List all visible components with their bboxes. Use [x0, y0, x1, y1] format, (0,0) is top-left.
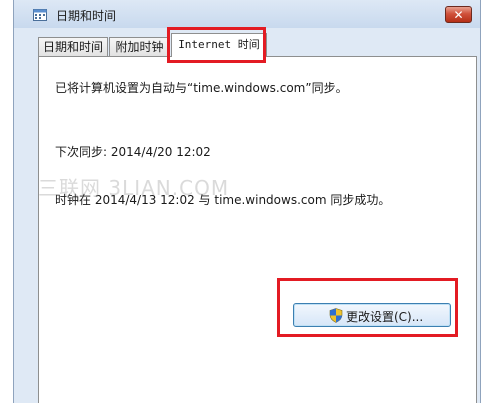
tab-additional-clocks[interactable]: 附加时钟: [109, 37, 170, 56]
tab-date-time[interactable]: 日期和时间: [38, 37, 108, 56]
close-button[interactable]: ✕: [445, 6, 472, 23]
sync-status-text: 已将计算机设置为自动与“time.windows.com”同步。: [55, 81, 348, 95]
highlight-box-tab: [167, 27, 266, 63]
next-sync-text: 下次同步: 2014/4/20 12:02: [55, 145, 211, 159]
watermark: 三联网 3LIAN.COM: [38, 176, 230, 200]
window-title: 日期和时间: [56, 9, 117, 23]
highlight-box-button: [277, 278, 458, 337]
internet-time-panel: 已将计算机设置为自动与“time.windows.com”同步。 下次同步: 2…: [38, 56, 477, 403]
title-bar[interactable]: 日期和时间 ✕: [14, 0, 480, 28]
calendar-clock-icon: [33, 9, 47, 21]
